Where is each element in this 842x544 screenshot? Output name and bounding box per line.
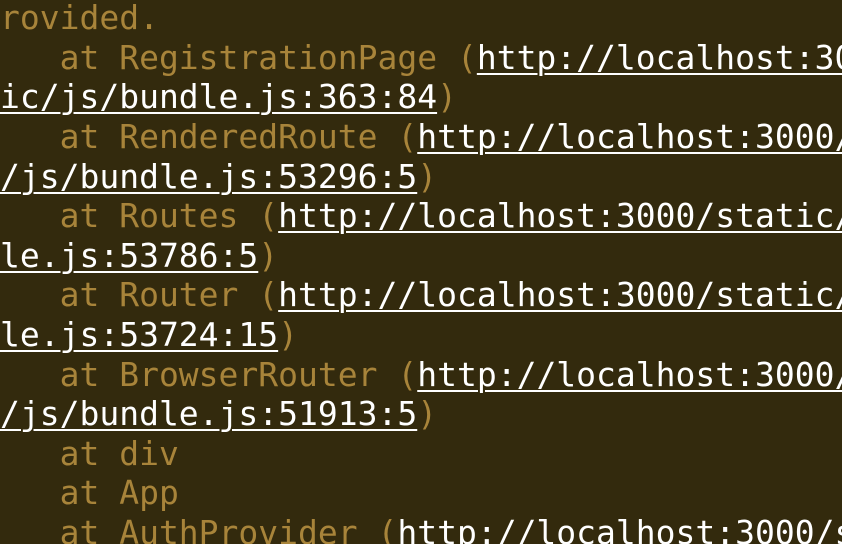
source-link[interactable]: http://localhost:3000/static/ — [278, 196, 842, 235]
source-link[interactable]: http://localhost:3000/ — [417, 117, 842, 156]
stack-line: rovided. — [0, 0, 159, 38]
stack-line: at App — [0, 473, 179, 513]
source-link[interactable]: /js/bundle.js:51913:5 — [0, 394, 417, 433]
stack-line: at BrowserRouter (http://localhost:3000/ — [0, 355, 842, 395]
stack-line: at RegistrationPage (http://localhost:30 — [0, 38, 842, 78]
stack-line: at AuthProvider (http://localhost:3000/s — [0, 513, 842, 544]
stack-line: /js/bundle.js:51913:5) — [0, 394, 437, 434]
stack-line: ic/js/bundle.js:363:84) — [0, 77, 457, 117]
stack-line: at Routes (http://localhost:3000/static/ — [0, 196, 842, 236]
stack-text: at App — [0, 473, 179, 512]
source-link[interactable]: /js/bundle.js:53296:5 — [0, 157, 417, 196]
stack-text-suffix: ) — [437, 77, 457, 116]
console-error-output: rovided. at RegistrationPage (http://loc… — [0, 0, 842, 544]
source-link[interactable]: http://localhost:3000/s — [397, 513, 842, 544]
stack-text-suffix: ) — [278, 315, 299, 354]
source-link[interactable]: ic/js/bundle.js:363:84 — [0, 77, 437, 116]
stack-line: /js/bundle.js:53296:5) — [0, 157, 437, 197]
stack-line: at RenderedRoute (http://localhost:3000/ — [0, 117, 842, 157]
stack-text-suffix: ) — [258, 236, 279, 275]
stack-line: le.js:53786:5) — [0, 236, 278, 276]
stack-text: rovided. — [0, 0, 159, 37]
stack-text: at RegistrationPage ( — [0, 38, 477, 77]
source-link[interactable]: le.js:53724:15 — [0, 315, 278, 354]
stack-text-suffix: ) — [417, 157, 438, 196]
stack-text: at Routes ( — [0, 196, 279, 235]
source-link[interactable]: http://localhost:3000/ — [417, 355, 842, 394]
source-link[interactable]: le.js:53786:5 — [0, 236, 258, 275]
source-link[interactable]: http://localhost:30 — [477, 38, 842, 77]
stack-line: at Router (http://localhost:3000/static/ — [0, 275, 842, 315]
source-link[interactable]: http://localhost:3000/static/ — [278, 275, 842, 314]
stack-text: at RenderedRoute ( — [0, 117, 418, 156]
stack-text: at div — [0, 434, 179, 473]
stack-text-suffix: ) — [417, 394, 438, 433]
stack-text: at AuthProvider ( — [0, 513, 398, 544]
stack-text: at Router ( — [0, 275, 279, 314]
stack-line: at div — [0, 434, 179, 474]
stack-text: at BrowserRouter ( — [0, 355, 418, 394]
stack-line: le.js:53724:15) — [0, 315, 298, 355]
